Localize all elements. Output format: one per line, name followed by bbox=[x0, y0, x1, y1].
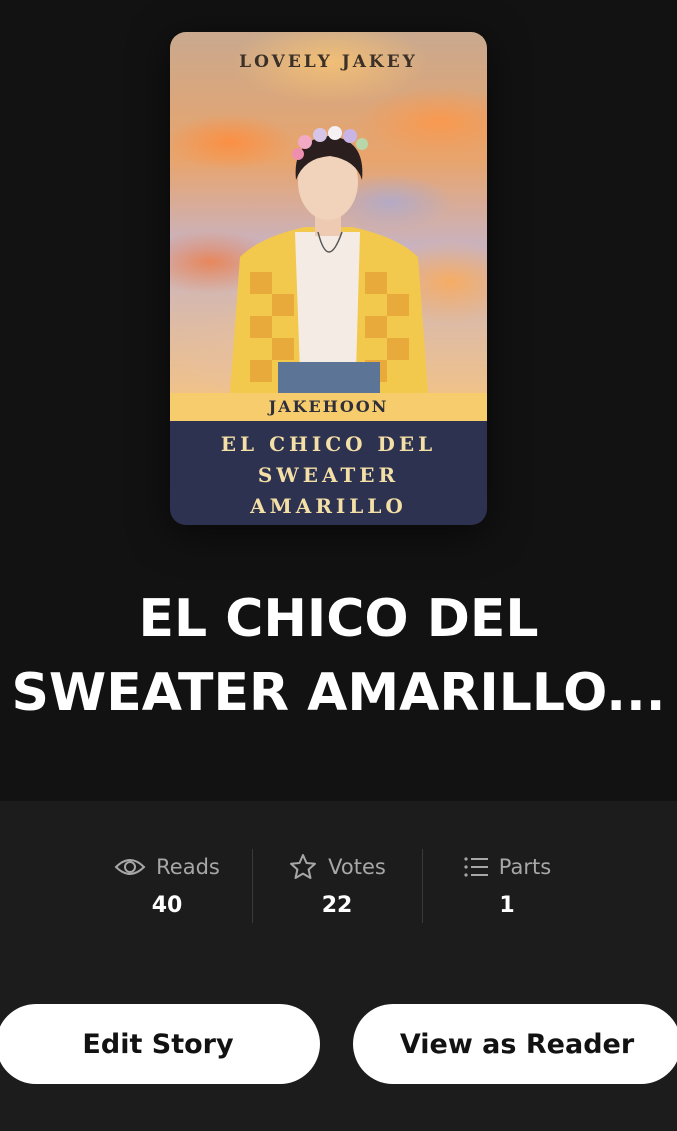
parts-count: 1 bbox=[499, 893, 515, 918]
cover-title-area: EL CHICO DEL SWEATER AMARILLO bbox=[170, 421, 487, 525]
story-title-line: EL CHICO DEL bbox=[138, 589, 539, 649]
edit-story-button[interactable]: Edit Story bbox=[0, 1004, 320, 1084]
eye-icon bbox=[114, 859, 146, 875]
stat-votes: Votes 22 bbox=[262, 849, 412, 918]
cover-author: LOVELY JAKEY bbox=[239, 52, 418, 72]
cover-title-line: AMARILLO bbox=[250, 494, 407, 518]
view-as-reader-button[interactable]: View as Reader bbox=[353, 1004, 677, 1084]
cover-artwork: LOVELY JAKEY bbox=[170, 32, 487, 393]
divider bbox=[252, 849, 253, 923]
list-icon bbox=[464, 857, 488, 877]
cover-title: EL CHICO DEL SWEATER AMARILLO bbox=[170, 429, 487, 522]
divider bbox=[422, 849, 423, 923]
stat-label: Parts bbox=[498, 855, 552, 879]
stat-reads: Reads 40 bbox=[92, 849, 242, 918]
stat-parts: Parts 1 bbox=[432, 849, 582, 918]
votes-count: 22 bbox=[321, 893, 353, 918]
cover-band-label: JAKEHOON bbox=[170, 393, 487, 421]
story-title-line: SWEATER AMARILLO... bbox=[11, 663, 666, 723]
stat-label: Reads bbox=[156, 855, 220, 879]
stats-panel: Reads 40 Votes 22 Parts 1 Edit Story Vie… bbox=[0, 801, 677, 1131]
cover-section: LOVELY JAKEY JAKEHOON EL CHICO DEL SWEAT… bbox=[0, 0, 677, 801]
cover-title-line: EL CHICO DEL bbox=[220, 432, 437, 456]
reads-count: 40 bbox=[151, 893, 183, 918]
story-title: EL CHICO DEL SWEATER AMARILLO... bbox=[0, 582, 677, 730]
cover-title-line: SWEATER bbox=[257, 463, 400, 487]
story-cover[interactable]: LOVELY JAKEY JAKEHOON EL CHICO DEL SWEAT… bbox=[170, 32, 487, 525]
cover-figure-illustration bbox=[230, 126, 428, 393]
star-icon bbox=[290, 854, 317, 879]
stat-label: Votes bbox=[328, 855, 386, 879]
